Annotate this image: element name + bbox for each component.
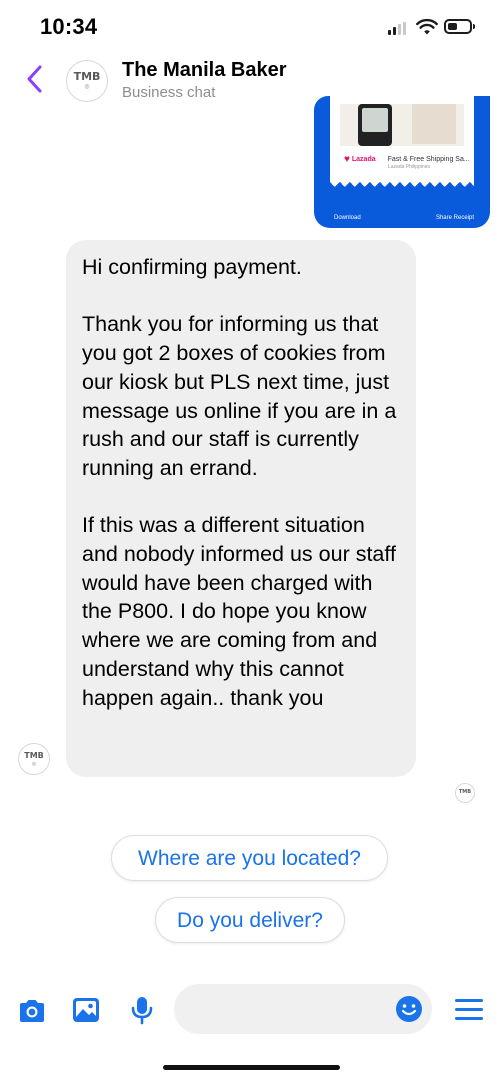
chat-subtitle: Business chat bbox=[122, 84, 216, 101]
chevron-left-icon bbox=[27, 65, 42, 93]
message-input[interactable] bbox=[174, 984, 432, 1034]
menu-button[interactable] bbox=[455, 999, 483, 1021]
business-avatar[interactable]: TMB ◎ bbox=[66, 60, 108, 102]
quick-reply-location[interactable]: Where are you located? bbox=[111, 835, 388, 881]
microphone-icon bbox=[131, 997, 153, 1025]
receipt-card: ♥ Lazada Fast & Free Shipping Sa... Laza… bbox=[330, 96, 474, 182]
download-link: Download bbox=[334, 215, 361, 221]
signal-icon bbox=[388, 22, 408, 35]
camera-icon bbox=[20, 1000, 44, 1022]
receipt-edge bbox=[330, 182, 474, 192]
avatar-mark: ◎ bbox=[84, 84, 90, 90]
voice-button[interactable] bbox=[126, 994, 158, 1026]
emoji-icon bbox=[396, 996, 422, 1022]
emoji-button[interactable] bbox=[395, 995, 423, 1023]
battery-icon bbox=[444, 19, 475, 34]
wifi-icon bbox=[416, 18, 438, 36]
ad-banner: ♥ Lazada Fast & Free Shipping Sa... Laza… bbox=[344, 154, 470, 170]
avatar-mark: ◎ bbox=[31, 761, 37, 767]
home-indicator[interactable] bbox=[163, 1065, 340, 1070]
camera-button[interactable] bbox=[16, 995, 48, 1027]
ad-brand: Lazada bbox=[351, 156, 376, 163]
heart-icon: ♥ bbox=[344, 154, 350, 165]
ad-text: Fast & Free Shipping Sa... bbox=[387, 156, 470, 163]
ad-note: Lazada Philippines bbox=[388, 164, 430, 170]
quick-reply-delivery[interactable]: Do you deliver? bbox=[155, 897, 345, 943]
receipt-image-attachment[interactable]: ♥ Lazada Fast & Free Shipping Sa... Laza… bbox=[314, 96, 490, 228]
read-receipt-avatar: TMB bbox=[455, 783, 475, 803]
product-photo bbox=[340, 104, 464, 146]
share-receipt-link: Share Receipt bbox=[435, 215, 474, 221]
chat-title[interactable]: The Manila Baker bbox=[122, 59, 287, 82]
avatar-monogram: TMB bbox=[458, 789, 472, 795]
message-text: Hi confirming payment. Thank you for inf… bbox=[82, 255, 397, 710]
back-button[interactable] bbox=[24, 64, 46, 94]
image-icon bbox=[73, 998, 99, 1022]
avatar-monogram: TMB bbox=[73, 70, 101, 83]
gallery-button[interactable] bbox=[70, 994, 102, 1026]
sender-avatar[interactable]: TMB ◎ bbox=[18, 743, 50, 775]
message-bubble[interactable]: Hi confirming payment. Thank you for inf… bbox=[66, 240, 416, 777]
avatar-monogram: TMB bbox=[24, 751, 44, 760]
status-time: 10:34 bbox=[40, 14, 98, 39]
